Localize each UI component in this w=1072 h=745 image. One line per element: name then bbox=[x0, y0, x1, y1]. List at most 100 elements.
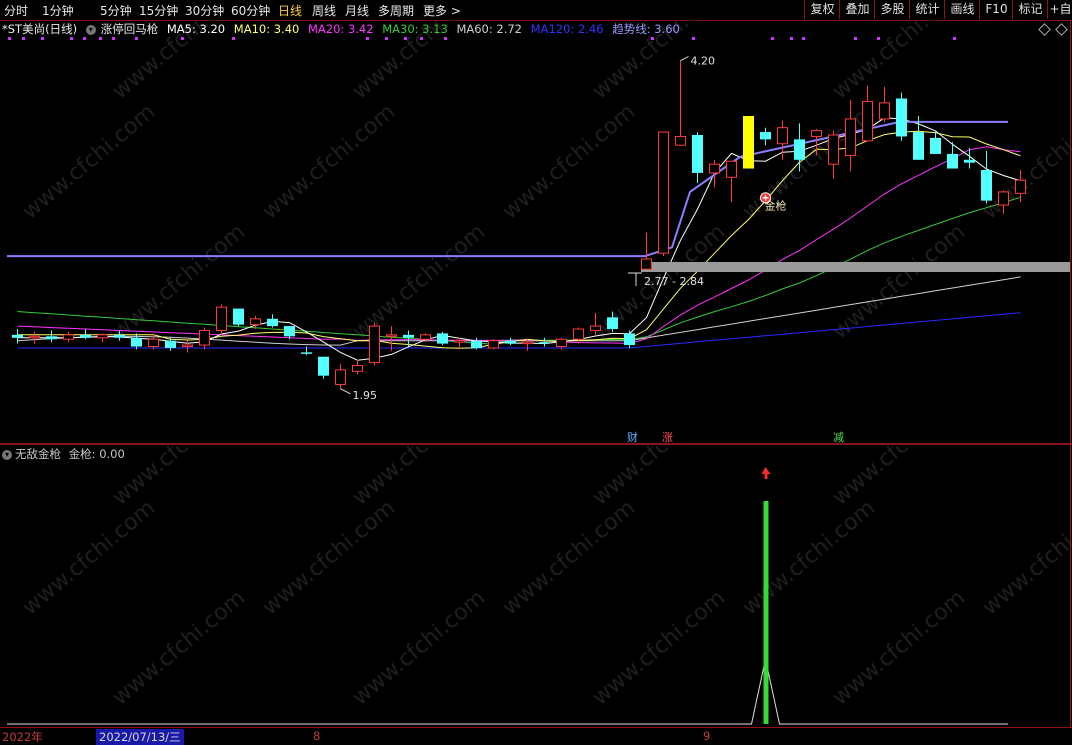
candle-body bbox=[913, 132, 924, 160]
candle-body bbox=[760, 132, 771, 140]
candle-body bbox=[29, 335, 40, 339]
low-label: 1.95 bbox=[353, 389, 378, 402]
high-pointer bbox=[680, 56, 689, 62]
candle-body bbox=[199, 329, 210, 346]
tab-fenshi[interactable]: 分时 bbox=[4, 2, 28, 19]
overlay-button[interactable]: 叠加 bbox=[839, 0, 875, 19]
marker-dot bbox=[70, 37, 73, 40]
stock-name: *ST美尚(日线) bbox=[2, 22, 78, 36]
cursor-date: 2022/07/13/三 bbox=[96, 729, 184, 745]
tab-multi-period[interactable]: 多周期 bbox=[378, 2, 414, 19]
ma30-readout: MA30: 3.13 bbox=[382, 22, 448, 36]
ma20-readout: MA20: 3.42 bbox=[308, 22, 374, 36]
trend-readout: 趋势线: 3.60 bbox=[612, 22, 680, 36]
up-arrow-icon bbox=[761, 467, 771, 479]
low-pointer bbox=[340, 388, 351, 395]
pane-divider[interactable] bbox=[0, 443, 1072, 445]
indicator-value: 0.00 bbox=[99, 447, 125, 461]
candle-body bbox=[250, 318, 261, 326]
collapse-icon[interactable]: ▾ bbox=[85, 24, 96, 35]
watermark: www.cfchi.com bbox=[588, 585, 730, 710]
marker-dot bbox=[366, 37, 369, 40]
watermark: www.cfchi.com bbox=[348, 446, 490, 511]
candle-body bbox=[182, 344, 193, 348]
indicator-pane-name: 无敌金枪 bbox=[15, 447, 61, 461]
tab-more[interactable]: 更多 > bbox=[423, 2, 461, 19]
candle-body bbox=[165, 340, 176, 348]
candle-body bbox=[148, 338, 159, 348]
tab-weekly[interactable]: 周线 bbox=[312, 2, 336, 19]
candle-body bbox=[828, 134, 839, 165]
candlestick-chart[interactable]: www.cfchi.com www.cfchi.com www.cfchi.com w… bbox=[0, 20, 1072, 443]
multi-stock-button[interactable]: 多股 bbox=[874, 0, 910, 19]
watermark: www.cfchi.com bbox=[828, 446, 970, 511]
candle-body bbox=[352, 364, 363, 372]
candle-body bbox=[743, 116, 754, 169]
candle-body bbox=[573, 328, 584, 340]
collapse-icon[interactable]: ▾ bbox=[2, 449, 12, 460]
candle-body bbox=[998, 191, 1009, 206]
watermark: www.cfchi.com bbox=[348, 585, 490, 710]
candle-body bbox=[437, 333, 448, 344]
event-marker: 涨 bbox=[662, 431, 673, 443]
candle-body bbox=[12, 334, 23, 338]
marker-dot bbox=[99, 37, 102, 40]
marker-dot bbox=[83, 37, 86, 40]
candle-body bbox=[46, 336, 57, 340]
signal-label: 金枪 bbox=[765, 199, 787, 213]
marker-dot bbox=[135, 37, 138, 40]
watermark: www.cfchi.com bbox=[828, 219, 970, 344]
marker-dot bbox=[404, 37, 407, 40]
ma60-readout: MA60: 2.72 bbox=[456, 22, 522, 36]
candle-body bbox=[97, 334, 108, 339]
tab-monthly[interactable]: 月线 bbox=[345, 2, 369, 19]
event-marker: 减 bbox=[833, 431, 844, 443]
tab-30min[interactable]: 30分钟 bbox=[185, 2, 224, 19]
indicator-title: ▾ 无敌金枪 金枪: 0.00 bbox=[2, 446, 125, 462]
indicator-name[interactable]: ▾ 涨停回马枪 bbox=[85, 22, 158, 36]
candle-body bbox=[981, 170, 992, 201]
statistics-button[interactable]: 统计 bbox=[909, 0, 945, 19]
marker-dot bbox=[802, 37, 805, 40]
candle-body bbox=[284, 326, 295, 337]
indicator-chart[interactable]: www.cfchi.com www.cfchi.com www.cfchi.com w… bbox=[0, 446, 1072, 727]
watermark: www.cfchi.com bbox=[588, 446, 730, 511]
marker-dot bbox=[8, 37, 11, 40]
watermark: www.cfchi.com bbox=[108, 585, 250, 710]
candle-body bbox=[267, 318, 278, 327]
ma5-line bbox=[17, 117, 1021, 361]
year-label: 2022年 bbox=[2, 730, 43, 744]
candle-body bbox=[879, 102, 890, 120]
candle-body bbox=[607, 317, 618, 330]
candle-body bbox=[386, 334, 397, 337]
marker-dot bbox=[953, 37, 956, 40]
add-custom-button[interactable]: +自 bbox=[1047, 0, 1072, 19]
tab-5min[interactable]: 5分钟 bbox=[100, 2, 132, 19]
candle-body bbox=[641, 258, 652, 270]
f10-button[interactable]: F10 bbox=[979, 0, 1013, 19]
candle-body bbox=[114, 334, 125, 338]
candle-body bbox=[556, 338, 567, 348]
draw-line-button[interactable]: 画线 bbox=[944, 0, 980, 19]
candle-body bbox=[726, 160, 737, 178]
candle-body bbox=[216, 306, 227, 331]
tab-1min[interactable]: 1分钟 bbox=[42, 2, 74, 19]
watermark: www.cfchi.com bbox=[258, 495, 400, 620]
mark-button[interactable]: 标记 bbox=[1012, 0, 1048, 19]
fuquan-button[interactable]: 复权 bbox=[804, 0, 840, 19]
watermark: www.cfchi.com bbox=[738, 99, 880, 224]
candle-body bbox=[539, 342, 550, 344]
candle-body bbox=[947, 153, 958, 169]
candle-body bbox=[488, 340, 499, 349]
candle-body bbox=[777, 127, 788, 145]
ma5-readout: MA5: 3.20 bbox=[166, 22, 226, 36]
tab-60min[interactable]: 60分钟 bbox=[231, 2, 270, 19]
watermark: www.cfchi.com bbox=[258, 99, 400, 224]
candle-body bbox=[522, 341, 533, 345]
tab-15min[interactable]: 15分钟 bbox=[139, 2, 178, 19]
marker-dot bbox=[22, 37, 25, 40]
tab-daily[interactable]: 日线 bbox=[278, 2, 302, 19]
candle-body bbox=[964, 159, 975, 163]
watermark: www.cfchi.com bbox=[108, 446, 250, 511]
marker-dot bbox=[771, 37, 774, 40]
